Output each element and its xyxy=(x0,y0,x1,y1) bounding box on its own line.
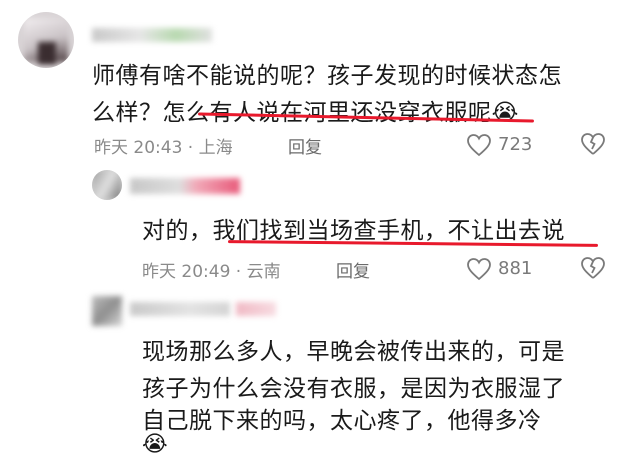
username-blurred[interactable] xyxy=(130,302,230,316)
comment-1-time: 昨天 20:43 xyxy=(94,138,183,158)
broken-heart-icon[interactable] xyxy=(580,132,606,156)
comment-2-location: 云南 xyxy=(246,262,281,282)
like-count: 881 xyxy=(498,258,533,279)
like-button[interactable]: 723 xyxy=(466,132,546,158)
reply-button[interactable]: 回复 xyxy=(288,133,322,158)
comment-1-text-line-2-content: 么样？怎么有人说在河里还没穿衣服呢 xyxy=(92,100,492,126)
badge-blurred xyxy=(236,302,276,316)
comment-1-text-line-1: 师傅有啥不能说的呢？孩子发现的时候状态怎 xyxy=(92,63,562,89)
comment-2-time: 昨天 20:49 xyxy=(142,262,231,282)
comment-1-meta: 昨天 20:43 · 上海 xyxy=(94,133,233,158)
avatar[interactable] xyxy=(18,12,74,68)
comment-3-text-line-3: 自己脱下来的吗，太心疼了，他得多冷 xyxy=(142,408,542,434)
meta-dot: · xyxy=(230,262,247,282)
comment-1-text-line-2: 么样？怎么有人说在河里还没穿衣服呢😭 xyxy=(92,95,519,132)
like-count: 723 xyxy=(498,134,533,155)
broken-heart-icon[interactable] xyxy=(580,256,606,280)
comment-1-location: 上海 xyxy=(198,138,233,158)
avatar[interactable] xyxy=(92,296,122,326)
reply-button[interactable]: 回复 xyxy=(336,257,370,282)
username-blurred[interactable] xyxy=(130,178,240,194)
username-blurred[interactable] xyxy=(92,28,212,42)
like-button[interactable]: 881 xyxy=(466,256,546,282)
meta-dot: · xyxy=(182,138,199,158)
crying-emoji: 😭 xyxy=(142,432,168,457)
comment-3-text-line-1: 现场那么多人，早晚会被传出来的，可是 xyxy=(142,339,565,365)
avatar[interactable] xyxy=(92,170,122,200)
comment-2-meta: 昨天 20:49 · 云南 xyxy=(142,257,281,282)
heart-icon xyxy=(466,257,492,281)
heart-icon xyxy=(466,133,492,157)
